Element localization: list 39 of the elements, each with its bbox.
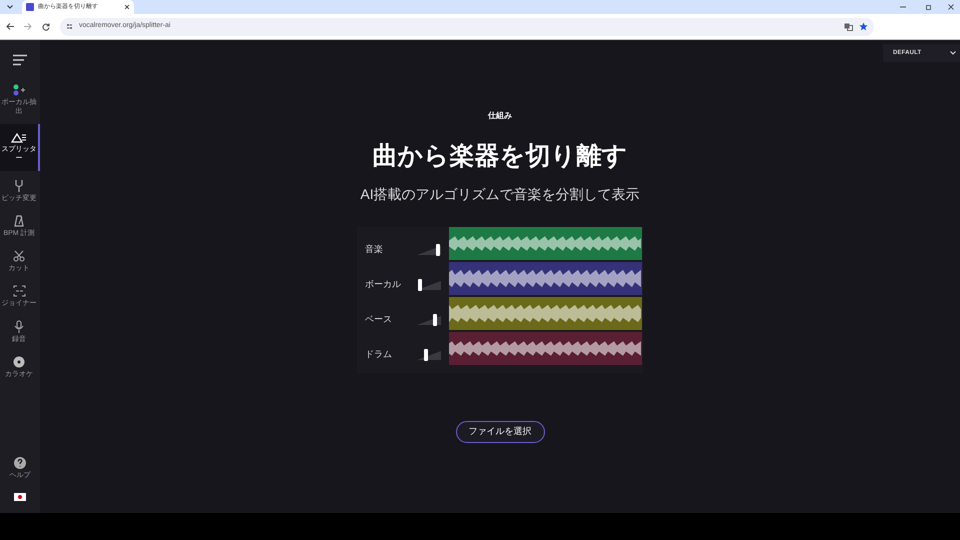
volume-slider[interactable] <box>417 314 441 326</box>
volume-slider[interactable] <box>417 349 441 361</box>
microphone-icon <box>14 320 24 333</box>
close-icon[interactable] <box>948 4 954 10</box>
slider-thumb[interactable] <box>436 244 440 256</box>
reload-icon[interactable] <box>42 22 50 30</box>
page-title: 曲から楽器を切り離す <box>372 141 628 172</box>
track-label: ドラム <box>365 348 393 362</box>
track-label: 音楽 <box>365 243 384 256</box>
star-icon[interactable] <box>859 22 868 31</box>
track-label: ベース <box>365 313 393 326</box>
slider-thumb[interactable] <box>433 314 437 326</box>
site-favicon <box>26 3 34 11</box>
back-icon[interactable] <box>6 23 14 30</box>
help-icon <box>14 456 26 468</box>
track-label: ボーカル <box>365 278 402 292</box>
japan-flag-icon[interactable] <box>14 493 26 501</box>
minimize-icon[interactable] <box>900 6 906 8</box>
triangle-icon <box>11 132 27 143</box>
volume-slider[interactable] <box>417 279 441 291</box>
metronome-icon <box>14 215 24 227</box>
translate-icon[interactable] <box>844 22 853 30</box>
slider-thumb[interactable] <box>424 349 428 361</box>
scissors-icon <box>13 250 25 262</box>
join-icon <box>12 285 26 297</box>
choose-file-button[interactable]: ファイルを選択 <box>456 420 544 442</box>
page-subtitle: AI搭載のアルゴリズムで音楽を分割して表示 <box>360 184 640 204</box>
chevron-down-icon[interactable] <box>7 5 13 9</box>
eyebrow-label: 仕組み <box>488 110 512 122</box>
tuning-fork-icon <box>14 179 24 192</box>
site-info-icon[interactable] <box>66 23 73 30</box>
chevron-down-icon <box>950 51 956 55</box>
restore-icon[interactable] <box>926 4 932 10</box>
volume-slider[interactable] <box>417 244 441 256</box>
slider-thumb[interactable] <box>418 279 422 291</box>
disc-icon <box>13 356 25 368</box>
close-icon[interactable] <box>124 4 130 10</box>
menu-icon[interactable] <box>12 54 28 66</box>
dots-icon <box>13 84 25 96</box>
